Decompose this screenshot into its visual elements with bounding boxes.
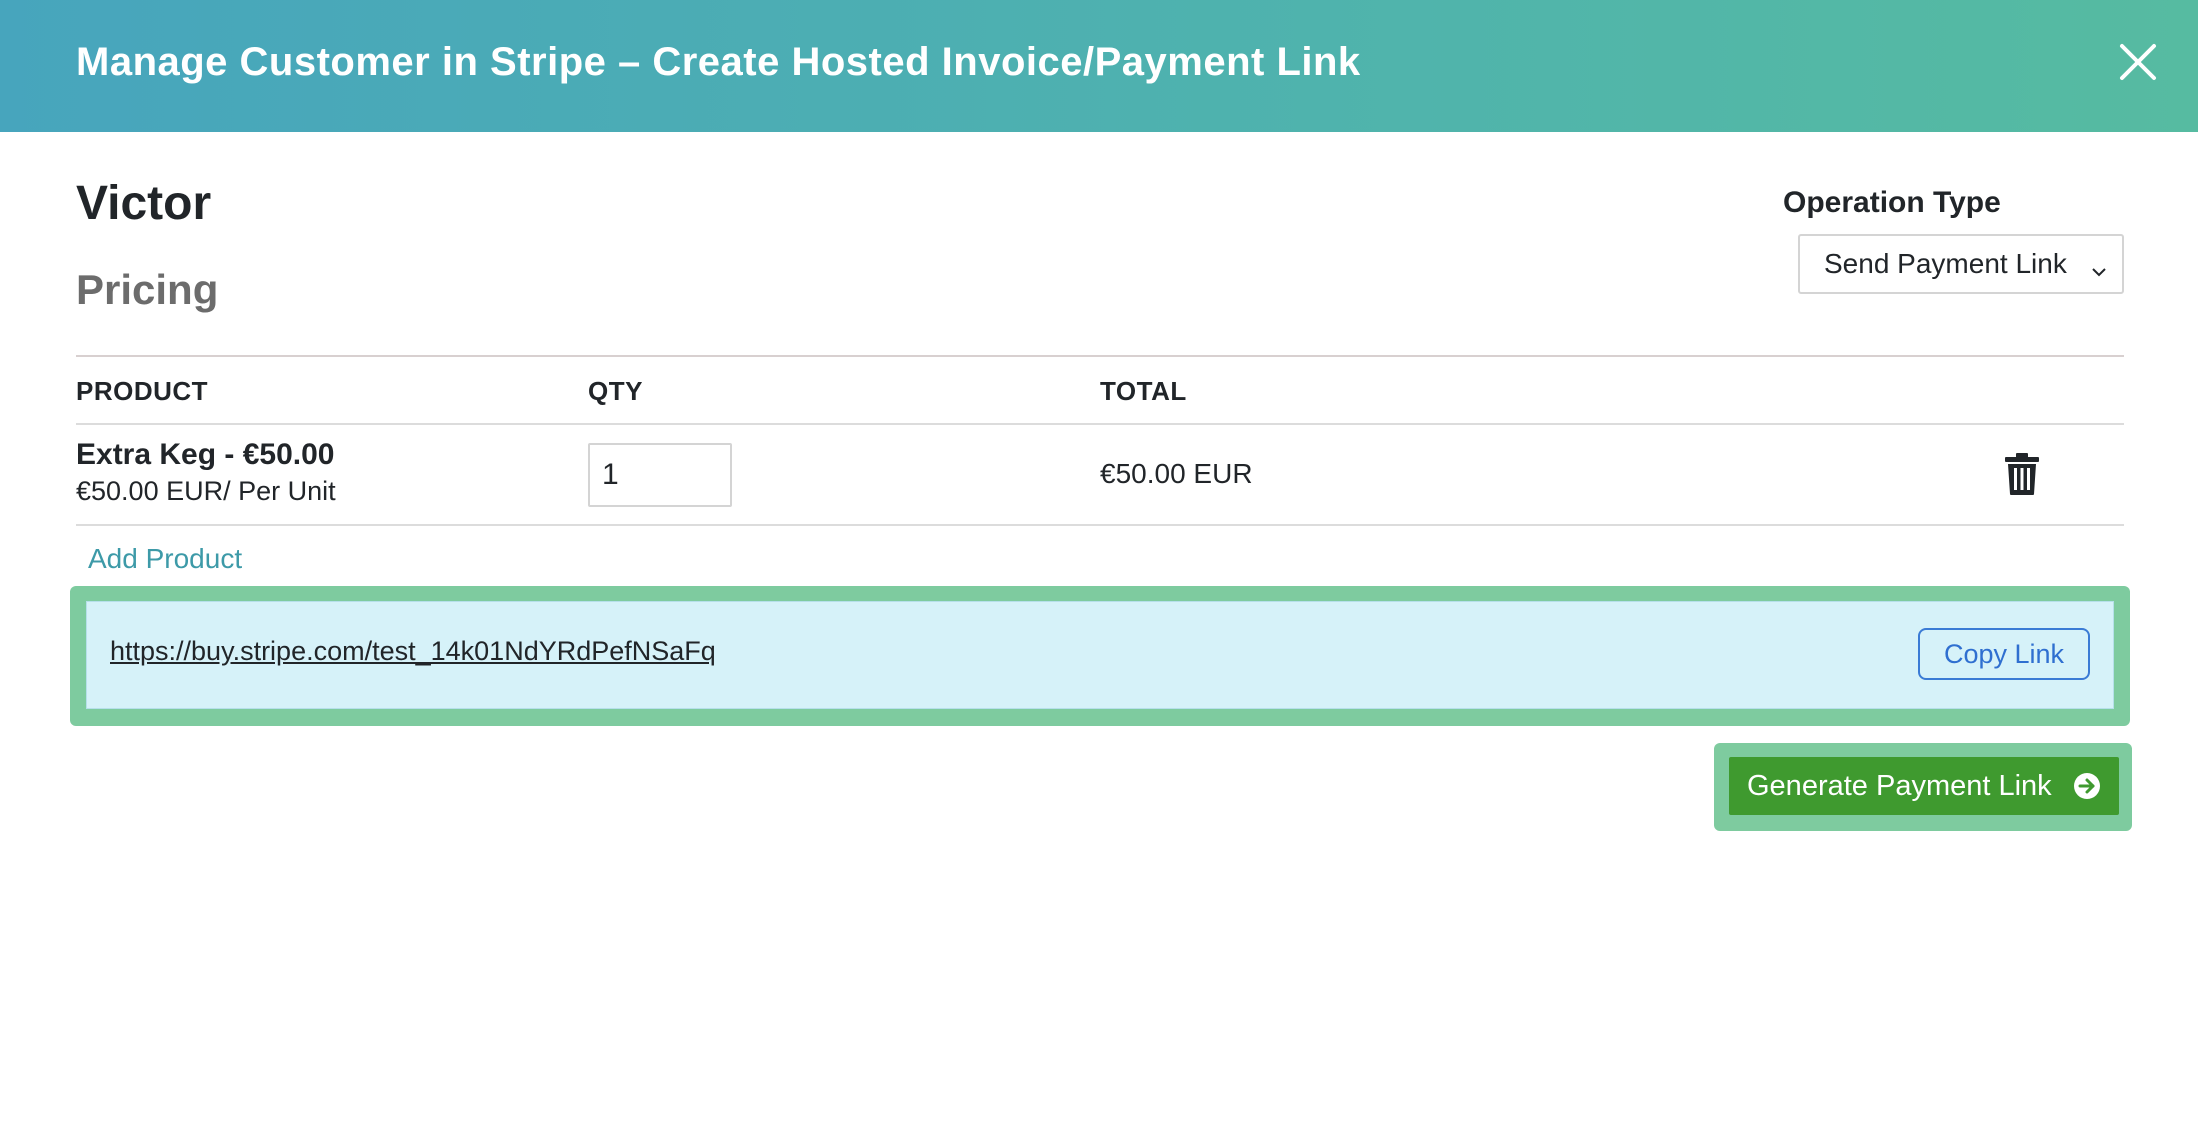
table-row-divider — [76, 524, 2124, 526]
column-header-total: TOTAL — [1100, 376, 1187, 406]
payment-link-url[interactable]: https://buy.stripe.com/test_14k01NdYRdPe… — [110, 636, 716, 667]
column-header-qty: QTY — [588, 376, 643, 406]
pricing-title: Pricing — [76, 266, 219, 313]
arrow-circle-right-icon — [2073, 772, 2101, 800]
modal-title: Manage Customer in Stripe – Create Hoste… — [76, 40, 1361, 84]
operation-type-label: Operation Type — [1783, 186, 2001, 219]
table-top-divider — [76, 355, 2124, 357]
close-button[interactable] — [2116, 40, 2160, 84]
row-total: €50.00 EUR — [1100, 458, 1253, 489]
generate-button-label: Generate Payment Link — [1747, 769, 2052, 802]
column-header-product: PRODUCT — [76, 376, 209, 406]
copy-link-button[interactable]: Copy Link — [1918, 628, 2090, 680]
operation-type-select[interactable]: Send Payment Link — [1798, 234, 2124, 294]
modal-header: Manage Customer in Stripe – Create Hoste… — [0, 0, 2198, 132]
add-product-link[interactable]: Add Product — [88, 543, 242, 575]
quantity-input[interactable] — [588, 443, 732, 507]
delete-product-button[interactable] — [2002, 452, 2042, 496]
generate-payment-link-button[interactable]: Generate Payment Link — [1729, 757, 2119, 815]
chevron-down-icon — [2090, 256, 2108, 288]
customer-name: Victor — [76, 177, 212, 230]
stripe-modal: Manage Customer in Stripe – Create Hoste… — [0, 0, 2198, 1122]
product-unit-price: €50.00 EUR/ Per Unit — [76, 476, 336, 506]
trash-icon — [2005, 453, 2039, 495]
operation-type-selected: Send Payment Link — [1824, 248, 2067, 279]
table-header-divider — [76, 423, 2124, 425]
product-name: Extra Keg - €50.00 — [76, 438, 335, 471]
close-icon — [2120, 44, 2156, 80]
